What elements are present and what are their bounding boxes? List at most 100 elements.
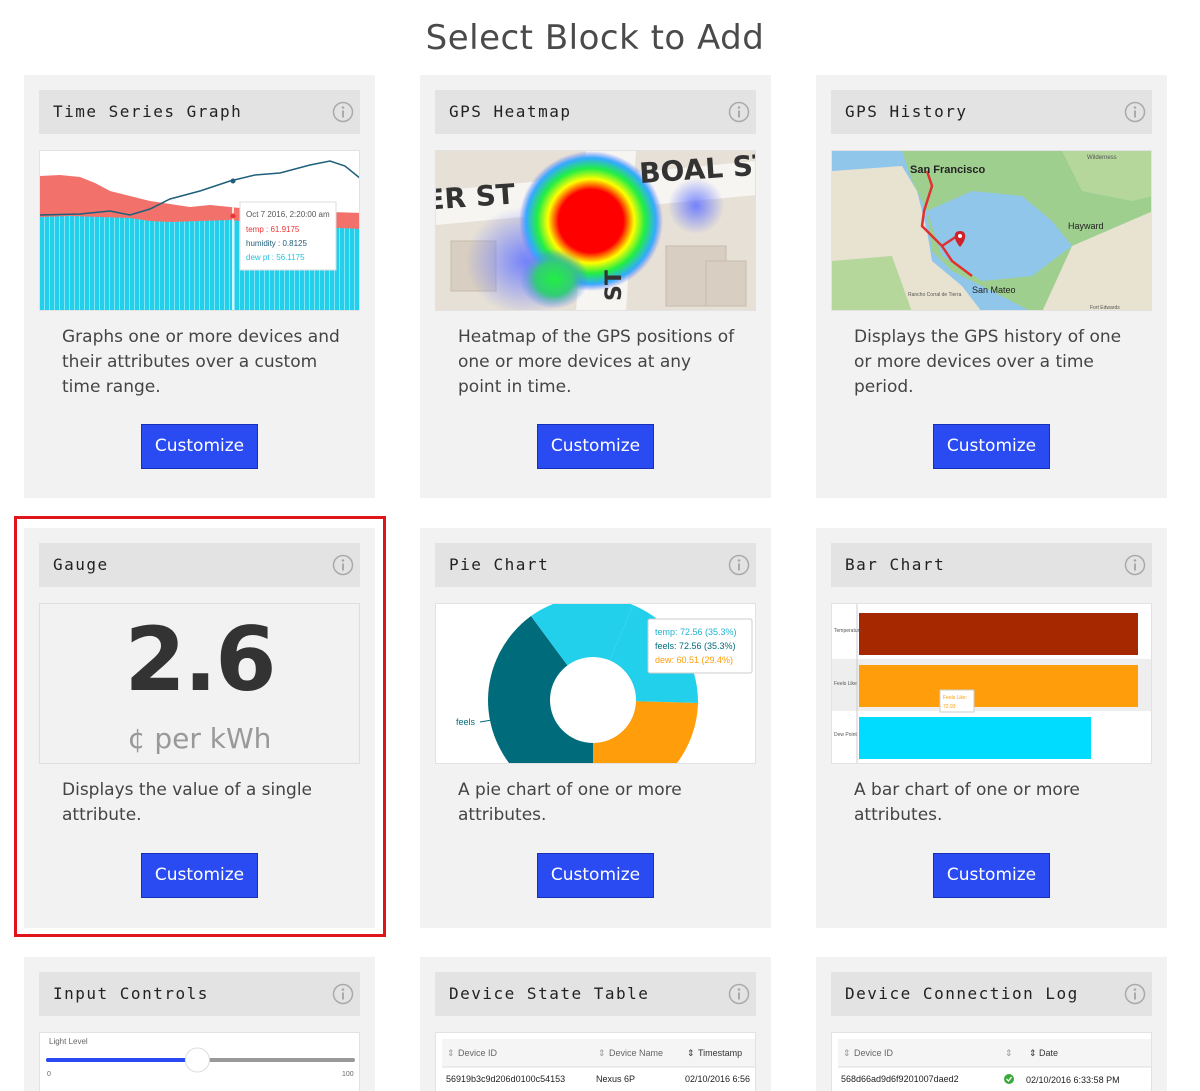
selection-highlight <box>14 516 386 937</box>
block-card-gps-heatmap: GPS Heatmap BOAL ST ER ST ST Heatmap of … <box>420 75 771 498</box>
tooltip-temp: temp : 61.9175 <box>246 225 300 234</box>
pie-slice-label: feels <box>456 717 476 727</box>
block-card-bar-chart: Bar Chart Temperature Feels Like Dew Poi… <box>816 528 1167 928</box>
column-header: Device Name <box>609 1048 663 1058</box>
pie-tooltip-dew: dew: 60.51 (29.4%) <box>655 655 733 665</box>
card-description: A bar chart of one or more attributes. <box>854 780 1080 825</box>
svg-text:⇕: ⇕ <box>1029 1048 1037 1058</box>
history-map: San Francisco Hayward San Mateo Wilderne… <box>832 151 1151 310</box>
block-card-input-controls: Input Controls Light Level 0 100 <box>24 957 375 1091</box>
slider-max: 100 <box>342 1071 354 1078</box>
slider-min: 0 <box>47 1071 51 1078</box>
table-cell: 02/10/2016 6:56 <box>685 1074 750 1084</box>
column-header: Timestamp <box>698 1048 742 1058</box>
customize-button[interactable]: Customize <box>933 853 1050 898</box>
bar-label: Dew Point <box>834 732 857 738</box>
table-cell: 568d66ad9d6f9201007daed2 <box>841 1074 959 1084</box>
map-label: Rancho Corral de Tierra <box>908 292 962 298</box>
svg-text:⇕: ⇕ <box>687 1048 695 1058</box>
gps-heatmap-preview: BOAL ST ER ST ST <box>435 150 756 311</box>
info-icon[interactable] <box>728 983 750 1005</box>
bar-feels-like <box>859 665 1138 707</box>
map-label: San Francisco <box>910 164 985 176</box>
customize-button[interactable]: Customize <box>141 424 258 469</box>
tooltip-dew: dew pt : 56.1175 <box>246 253 305 262</box>
customize-button[interactable]: Customize <box>537 853 654 898</box>
svg-text:⇕: ⇕ <box>1005 1048 1013 1058</box>
info-icon[interactable] <box>1124 554 1146 576</box>
card-header: Pie Chart <box>435 543 756 587</box>
card-description: Heatmap of the GPS positions of one or m… <box>458 327 735 397</box>
street-label: ST <box>602 270 627 301</box>
block-card-device-state-table: Device State Table ⇕ Device ID ⇕ Device … <box>420 957 771 1091</box>
slider-fill <box>46 1058 198 1062</box>
map-label: Hayward <box>1068 221 1104 231</box>
block-card-time-series-graph: Time Series Graph Oct 7 2016, 2:20:00 am… <box>24 75 375 498</box>
card-header: GPS History <box>831 90 1152 134</box>
slider-control[interactable]: Light Level 0 100 <box>40 1033 360 1091</box>
tooltip-date: Oct 7 2016, 2:20:00 am <box>246 210 330 219</box>
table-cell: Nexus 6P <box>596 1074 635 1084</box>
card-header: Time Series Graph <box>39 90 360 134</box>
street-label: ER ST <box>436 178 516 217</box>
bar-chart-preview: Temperature Feels Like Dew Point Feels L… <box>831 603 1152 764</box>
column-header: Device ID <box>458 1048 498 1058</box>
bar-label: Temperature <box>834 628 862 634</box>
pie-chart-preview: temp: 72.56 (35.3%) feels: 72.56 (35.3%)… <box>435 603 756 764</box>
connection-log-table: ⇕ Device ID ⇕ ⇕ Date 568d66ad9d6f9201007… <box>838 1039 1151 1085</box>
state-table: ⇕ Device ID ⇕ Device Name ⇕ Timestamp 56… <box>442 1039 755 1084</box>
bar-tooltip-label: Feels Like: <box>943 695 967 701</box>
card-title: Device State Table <box>449 984 650 1003</box>
column-header: Device ID <box>854 1048 894 1058</box>
device-connection-log-preview: ⇕ Device ID ⇕ ⇕ Date 568d66ad9d6f9201007… <box>831 1032 1152 1091</box>
heatmap-map: BOAL ST ER ST ST <box>436 151 755 310</box>
card-header: Input Controls <box>39 972 360 1016</box>
info-icon[interactable] <box>728 554 750 576</box>
card-title: Input Controls <box>53 984 209 1003</box>
card-title: Pie Chart <box>449 555 550 574</box>
tooltip-humidity: humidity : 0.8125 <box>246 239 307 248</box>
bar-dew-point <box>859 717 1091 759</box>
time-series-chart: Oct 7 2016, 2:20:00 am temp : 61.9175 hu… <box>40 151 359 310</box>
svg-text:⇕: ⇕ <box>843 1048 851 1058</box>
card-title: Time Series Graph <box>53 102 243 121</box>
page-title: Select Block to Add <box>425 18 765 58</box>
block-card-pie-chart: Pie Chart temp: 72.56 (35.3%) feels: 72.… <box>420 528 771 928</box>
info-icon[interactable] <box>1124 101 1146 123</box>
card-title: Bar Chart <box>845 555 946 574</box>
slider-label: Light Level <box>49 1037 88 1046</box>
card-description: Displays the GPS history of one or more … <box>854 327 1122 397</box>
bar-temperature <box>859 613 1138 655</box>
card-header: Bar Chart <box>831 543 1152 587</box>
card-description: Graphs one or more devices and their att… <box>62 327 340 397</box>
block-card-device-connection-log: Device Connection Log ⇕ Device ID ⇕ ⇕ Da… <box>816 957 1167 1091</box>
svg-text:⇕: ⇕ <box>598 1048 606 1058</box>
map-label: San Mateo <box>972 285 1016 295</box>
customize-button[interactable]: Customize <box>933 424 1050 469</box>
card-title: GPS History <box>845 102 968 121</box>
customize-button[interactable]: Customize <box>537 424 654 469</box>
bar-label: Feels Like <box>834 681 857 687</box>
block-card-gps-history: GPS History San Francisco Hayward San Ma… <box>816 75 1167 498</box>
info-icon[interactable] <box>332 983 354 1005</box>
pie-tooltip-temp: temp: 72.56 (35.3%) <box>655 627 737 637</box>
info-icon[interactable] <box>728 101 750 123</box>
map-label: Wilderness <box>1087 155 1117 161</box>
pie-tooltip-feels: feels: 72.56 (35.3%) <box>655 641 736 651</box>
device-state-table-preview: ⇕ Device ID ⇕ Device Name ⇕ Timestamp 56… <box>435 1032 756 1091</box>
card-header: GPS Heatmap <box>435 90 756 134</box>
column-header: Date <box>1039 1048 1058 1058</box>
slider-handle[interactable] <box>184 1047 210 1073</box>
card-header: Device Connection Log <box>831 972 1152 1016</box>
card-title: Device Connection Log <box>845 984 1079 1003</box>
pie-chart: temp: 72.56 (35.3%) feels: 72.56 (35.3%)… <box>456 604 753 763</box>
info-icon[interactable] <box>332 101 354 123</box>
info-icon[interactable] <box>1124 983 1146 1005</box>
card-title: GPS Heatmap <box>449 102 572 121</box>
table-cell: 02/10/2016 6:33:58 PM <box>1026 1075 1120 1085</box>
table-cell: 56919b3c9d206d0100c54153 <box>446 1074 565 1084</box>
gps-history-preview: San Francisco Hayward San Mateo Wilderne… <box>831 150 1152 311</box>
card-header: Device State Table <box>435 972 756 1016</box>
card-description: A pie chart of one or more attributes. <box>458 780 682 825</box>
svg-text:⇕: ⇕ <box>447 1048 455 1058</box>
